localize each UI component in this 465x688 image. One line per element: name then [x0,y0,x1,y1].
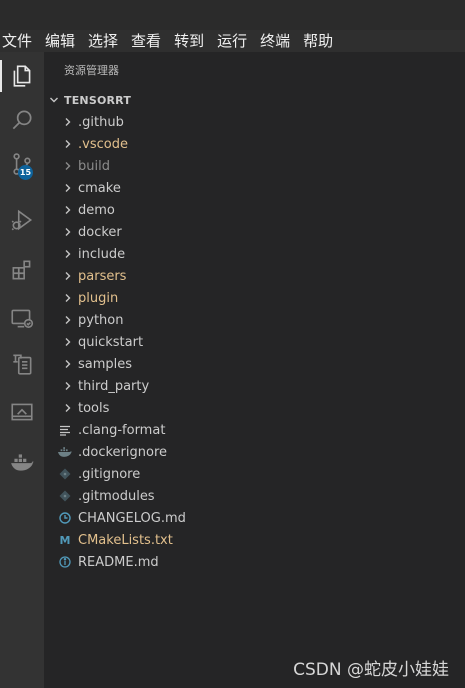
activity-docker[interactable] [0,442,44,482]
extensions-icon [12,260,31,280]
tree-item-label: README.md [78,554,159,570]
chevron-right-icon [65,184,71,192]
menu-terminal[interactable]: 终端 [257,30,290,52]
tree-folder-docker[interactable]: docker [44,221,465,243]
activity-search[interactable] [0,100,44,140]
git-file-icon [58,467,72,481]
menu-edit[interactable]: 编辑 [42,30,75,52]
tree-item-label: CHANGELOG.md [78,510,186,526]
tree-file-clang-format[interactable]: .clang-format [44,419,465,441]
menu-help[interactable]: 帮助 [300,30,333,52]
chevron-down-icon [50,97,58,103]
activity-remote-window[interactable] [0,392,44,432]
tree-file-cmakelists[interactable]: M CMakeLists.txt [44,529,465,551]
source-control-badge: 15 [18,165,33,180]
watermark: CSDN @蛇皮小娃娃 [293,660,449,680]
tree-item-label: samples [78,356,133,372]
activity-source-control[interactable]: 15 [0,144,44,184]
chevron-right-icon [65,404,71,412]
chevron-right-icon [65,338,71,346]
chevron-right-icon [65,382,71,390]
docker-icon [11,454,34,471]
chevron-right-icon [65,250,71,258]
sidebar-title: 资源管理器 [64,64,119,77]
chevron-right-icon [65,162,71,170]
tree-file-gitignore[interactable]: .gitignore [44,463,465,485]
markdown-m-icon: M [59,533,71,547]
activity-testing[interactable] [0,344,44,384]
activity-bar: 15 [0,52,44,688]
docker-file-icon [58,445,72,459]
file-tree: .github .vscode build cmake demo docker … [44,111,465,573]
tree-item-label: .gitmodules [78,488,155,504]
chevron-right-icon [65,272,71,280]
tree-item-label: demo [78,202,115,218]
tree-file-dockerignore[interactable]: .dockerignore [44,441,465,463]
tree-item-label: .github [78,114,124,130]
tree-item-label: .vscode [78,136,128,152]
run-debug-icon [11,209,33,231]
tree-folder-include[interactable]: include [44,243,465,265]
tree-folder-third-party[interactable]: third_party [44,375,465,397]
remote-window-icon [11,403,33,421]
menu-bar: 文件 编辑 选择 查看 转到 运行 终端 帮助 [0,30,465,52]
menu-view[interactable]: 查看 [128,30,161,52]
tree-item-label: quickstart [78,334,144,350]
activity-run-debug[interactable] [0,200,44,240]
menu-run[interactable]: 运行 [214,30,247,52]
lines-icon [58,423,72,437]
tree-item-label: cmake [78,180,121,196]
tree-folder-build[interactable]: build [44,155,465,177]
tree-folder-quickstart[interactable]: quickstart [44,331,465,353]
tree-file-changelog[interactable]: CHANGELOG.md [44,507,465,529]
tree-item-label: .gitignore [78,466,141,482]
tree-file-readme[interactable]: README.md [44,551,465,573]
menu-selection[interactable]: 选择 [85,30,118,52]
testing-icon [13,354,32,375]
activity-explorer[interactable] [0,56,44,96]
tree-folder-tools[interactable]: tools [44,397,465,419]
chevron-right-icon [65,294,71,302]
tree-item-label: .dockerignore [78,444,168,460]
chevron-right-icon [65,140,71,148]
tree-item-label: build [78,158,110,174]
tree-folder-python[interactable]: python [44,309,465,331]
tree-item-label: .clang-format [78,422,166,438]
tree-item-label: docker [78,224,122,240]
tree-item-label: include [78,246,126,262]
tree-item-label: tools [78,400,110,416]
tree-item-label: third_party [78,378,150,394]
workspace-root-label: TENSORRT [64,93,132,107]
tree-folder-demo[interactable]: demo [44,199,465,221]
tree-item-label: plugin [78,290,119,306]
explorer-sidebar: 资源管理器 TENSORRT .github .vscode build cma… [44,52,465,688]
workspace-root[interactable]: TENSORRT [44,89,465,111]
activity-extensions[interactable] [0,250,44,290]
tree-item-label: python [78,312,124,328]
menu-go[interactable]: 转到 [171,30,204,52]
chevron-right-icon [65,316,71,324]
remote-explorer-icon [11,309,34,329]
chevron-right-icon [65,228,71,236]
tree-folder-plugin[interactable]: plugin [44,287,465,309]
tree-folder-vscode[interactable]: .vscode [44,133,465,155]
title-bar [0,0,465,31]
menu-file[interactable]: 文件 [0,30,32,52]
info-icon [58,555,72,569]
chevron-right-icon [65,206,71,214]
search-icon [12,110,32,130]
tree-item-label: CMakeLists.txt [78,532,173,548]
tree-folder-samples[interactable]: samples [44,353,465,375]
tree-folder-cmake[interactable]: cmake [44,177,465,199]
explorer-icon [13,65,31,87]
tree-folder-parsers[interactable]: parsers [44,265,465,287]
git-file-icon [58,489,72,503]
clock-icon [58,511,72,525]
tree-file-gitmodules[interactable]: .gitmodules [44,485,465,507]
chevron-right-icon [65,118,71,126]
chevron-right-icon [65,360,71,368]
activity-remote-explorer[interactable] [0,298,44,338]
tree-item-label: parsers [78,268,127,284]
tree-folder-github[interactable]: .github [44,111,465,133]
